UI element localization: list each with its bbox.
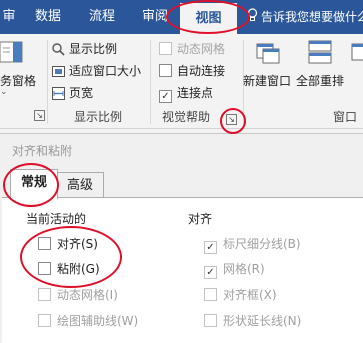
fit-window-label: 适应窗口大小 <box>69 64 142 78</box>
checkbox-box <box>204 314 217 327</box>
tab-general[interactable]: 常规 <box>10 169 58 199</box>
lightbulb-icon <box>247 1 261 35</box>
dialog-title: 对齐和粘附 <box>12 144 73 158</box>
group-launcher-icon[interactable]: ↘ <box>34 110 45 121</box>
ribbon-tab-bar: 审 数据 流程 审阅 视图 告诉我您想要做什么 <box>0 0 363 34</box>
window-group-label: 窗口 <box>333 110 358 124</box>
shape-extension-option[interactable]: 形状延长线(N) <box>204 312 301 329</box>
group-divider <box>47 40 48 124</box>
dynamic-grid-label: 动态网格 <box>177 42 226 56</box>
snap-glue-dialog: 对齐和粘附 常规 高级 当前活动的 对齐 对齐(S) 粘附(G) 动态网格(I)… <box>0 133 363 343</box>
tab-view[interactable]: 视图 <box>180 3 237 34</box>
dynamic-grid-checkbox[interactable]: 动态网格 <box>159 40 225 57</box>
grid-option[interactable]: ✓ 网格(R) <box>204 260 265 279</box>
chevron-down-icon[interactable]: ⌄ <box>0 87 8 97</box>
new-window-icon[interactable] <box>256 38 282 69</box>
checkmark-icon: ✓ <box>159 90 172 103</box>
ribbon-body: 务窗格 ⌄ ↘ 显示比例 适应窗口大小 页宽 显示比例 动态网格 自动连接 ✓ 连… <box>0 34 363 129</box>
checkbox-box <box>38 288 51 301</box>
checkbox-box <box>159 42 172 55</box>
dialog-panel: 当前活动的 对齐 对齐(S) 粘附(G) 动态网格(I) 绘图辅助线(W) ✓ 标… <box>2 197 363 343</box>
grid-label: 网格(R) <box>223 262 265 276</box>
alignment-box-option[interactable]: 对齐框(X) <box>204 286 277 303</box>
checkbox-box <box>38 314 51 327</box>
drawing-aids-label: 绘图辅助线(W) <box>57 314 139 328</box>
dynamic-grid-option[interactable]: 动态网格(I) <box>38 286 118 303</box>
tell-me-text: 告诉我您想要做什么 <box>261 10 363 24</box>
tab-data[interactable]: 数据 <box>25 0 71 34</box>
visual-aids-group-label: 视觉帮助 <box>162 110 211 124</box>
page-width-label: 页宽 <box>69 86 94 100</box>
fit-window-button[interactable]: 适应窗口大小 <box>52 62 141 81</box>
dynamic-grid-option-label: 动态网格(I) <box>57 288 118 302</box>
zoom-button-label: 显示比例 <box>69 42 118 56</box>
shape-extension-label: 形状延长线(N) <box>223 314 302 328</box>
page-width-icon <box>52 87 65 103</box>
cascade-icon[interactable] <box>351 38 363 69</box>
zoom-button[interactable]: 显示比例 <box>52 40 117 59</box>
checkmark-icon: ✓ <box>204 266 217 279</box>
ruler-subdivisions-label: 标尺细分线(B) <box>223 237 301 251</box>
snap-label: 对齐(S) <box>57 237 98 251</box>
auto-connect-checkbox[interactable]: 自动连接 <box>159 62 225 79</box>
ruler-subdivisions-option[interactable]: ✓ 标尺细分线(B) <box>204 235 301 254</box>
visual-aids-launcher-icon[interactable]: ↘ <box>226 114 237 125</box>
align-heading: 对齐 <box>188 212 213 226</box>
connection-points-label: 连接点 <box>177 86 214 100</box>
checkbox-box <box>38 262 51 275</box>
glue-checkbox[interactable]: 粘附(G) <box>38 260 100 277</box>
connection-points-checkbox[interactable]: ✓ 连接点 <box>159 84 213 103</box>
currently-active-heading: 当前活动的 <box>26 212 87 226</box>
alignment-box-label: 对齐框(X) <box>223 288 277 302</box>
tab-review-partial[interactable]: 审 <box>0 0 18 34</box>
tell-me-search[interactable]: 告诉我您想要做什么 <box>247 0 363 34</box>
group-divider <box>150 40 151 124</box>
zoom-group-label: 显示比例 <box>74 110 123 124</box>
new-window-button[interactable]: 新建窗口 <box>243 72 291 89</box>
tab-process[interactable]: 流程 <box>78 0 126 34</box>
arrange-all-icon[interactable] <box>308 38 334 69</box>
checkbox-box <box>159 64 172 77</box>
drawing-aids-option[interactable]: 绘图辅助线(W) <box>38 312 138 329</box>
task-pane-icon[interactable] <box>0 40 26 67</box>
auto-connect-label: 自动连接 <box>177 64 226 78</box>
tab-review[interactable]: 审阅 <box>135 0 175 34</box>
fit-window-icon <box>52 65 65 81</box>
magnifier-icon <box>52 43 65 59</box>
tab-advanced[interactable]: 高级 <box>56 172 104 198</box>
glue-label: 粘附(G) <box>57 262 100 276</box>
snap-checkbox[interactable]: 对齐(S) <box>38 235 98 252</box>
page-width-button[interactable]: 页宽 <box>52 84 93 103</box>
checkbox-box <box>38 237 51 250</box>
checkbox-box <box>204 288 217 301</box>
arrange-all-button[interactable]: 全部重排 <box>296 72 344 89</box>
checkmark-icon: ✓ <box>204 241 217 254</box>
